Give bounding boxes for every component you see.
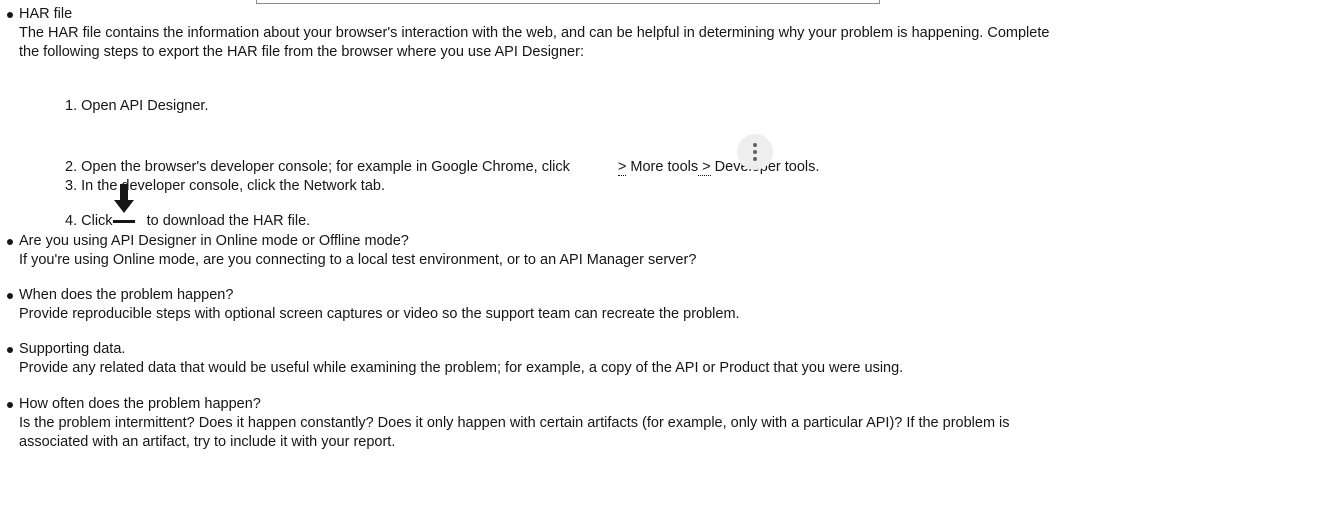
- list-item-title: HAR file: [19, 6, 73, 22]
- step-4-text: 4. Click: [65, 213, 113, 229]
- step-2-text: 2. Open the browser's developer console;…: [65, 159, 570, 175]
- image-frame-edge: [256, 0, 880, 4]
- list-item-text: the following steps to export the HAR fi…: [19, 44, 584, 60]
- more-vert-icon: [737, 134, 773, 170]
- step-2: 2. Open the browser's developer console;…: [65, 134, 819, 177]
- step-4: 4. Click to download the HAR file.: [65, 184, 311, 231]
- bullet: [7, 239, 13, 245]
- list-item-text: associated with an artifact, try to incl…: [19, 434, 396, 450]
- step-4-suffix: to download the HAR file.: [146, 213, 311, 229]
- download-icon: [113, 184, 135, 232]
- bullet: [7, 402, 13, 408]
- list-item-text: Is the problem intermittent? Does it hap…: [19, 415, 1010, 431]
- step-1: 1. Open API Designer.: [65, 98, 209, 114]
- list-item-text: If you're using Online mode, are you con…: [19, 252, 697, 268]
- bullet: [7, 293, 13, 299]
- list-item-text: The HAR file contains the information ab…: [19, 25, 1050, 41]
- list-item-title: When does the problem happen?: [19, 287, 234, 303]
- list-item-text: Provide reproducible steps with optional…: [19, 306, 740, 322]
- bullet: [7, 347, 13, 353]
- bullet: [7, 12, 13, 18]
- menu-item-more-tools: More tools: [626, 159, 699, 175]
- list-item-text: Provide any related data that would be u…: [19, 360, 904, 376]
- list-item-title: Supporting data.: [19, 341, 126, 357]
- list-item-title: How often does the problem happen?: [19, 396, 261, 412]
- list-item-title: Are you using API Designer in Online mod…: [19, 233, 409, 249]
- menu-path-separator: >: [698, 159, 711, 176]
